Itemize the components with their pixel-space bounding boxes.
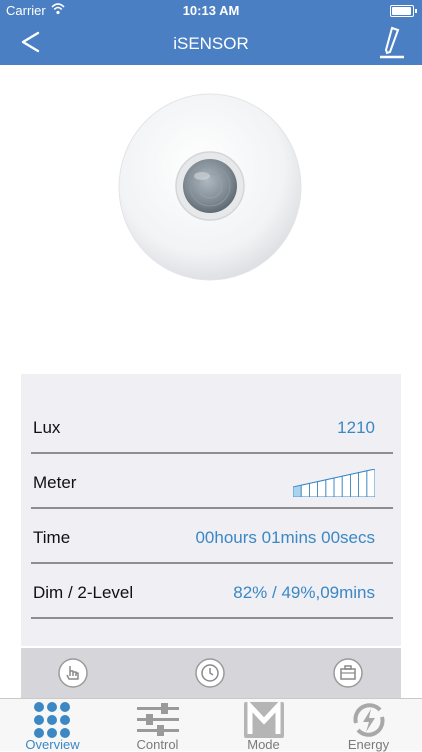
clock-icon[interactable]: [194, 657, 226, 689]
reading-row-dim: Dim / 2-Level 82% / 49%,09mins: [31, 565, 393, 619]
reading-row-time: Time 00hours 01mins 00secs: [31, 510, 393, 564]
tab-control[interactable]: Control: [105, 699, 210, 752]
mode-m-icon: [244, 701, 284, 738]
tab-bar: Overview Control Mode Energy: [0, 698, 422, 752]
lux-label: Lux: [33, 418, 61, 437]
meter-label: Meter: [33, 473, 77, 492]
status-time: 10:13 AM: [182, 3, 240, 18]
energy-icon: [353, 703, 385, 737]
reading-row-meter: Meter: [31, 455, 393, 509]
level-meter: [293, 469, 375, 497]
readings-panel: Lux 1210 Meter Time 00hours 01mins 00sec…: [21, 374, 401, 646]
tab-energy[interactable]: Energy: [316, 699, 421, 752]
tab-overview[interactable]: Overview: [0, 699, 105, 752]
touch-icon[interactable]: [57, 657, 89, 689]
lux-value: 1210: [337, 418, 375, 437]
pencil-icon[interactable]: [378, 26, 406, 60]
motion-sensor-image: [118, 93, 302, 281]
status-bar: Carrier 10:13 AM: [0, 0, 422, 20]
page-title: iSENSOR: [173, 34, 249, 53]
dim-value: 82% / 49%,09mins: [233, 583, 375, 602]
time-label: Time: [33, 528, 71, 547]
battery-icon: [390, 5, 417, 17]
grid-dots-icon: [34, 702, 70, 738]
toolbox-icon[interactable]: [332, 657, 364, 689]
tab-mode[interactable]: Mode: [211, 699, 316, 752]
sliders-icon: [137, 703, 179, 736]
meter-segment: [293, 484, 302, 497]
reading-row-lux: Lux 1210: [31, 400, 393, 454]
nav-bar: iSENSOR: [0, 20, 422, 65]
time-value: 00hours 01mins 00secs: [195, 528, 375, 547]
action-bar: [21, 648, 401, 698]
dim-label: Dim / 2-Level: [33, 583, 134, 602]
